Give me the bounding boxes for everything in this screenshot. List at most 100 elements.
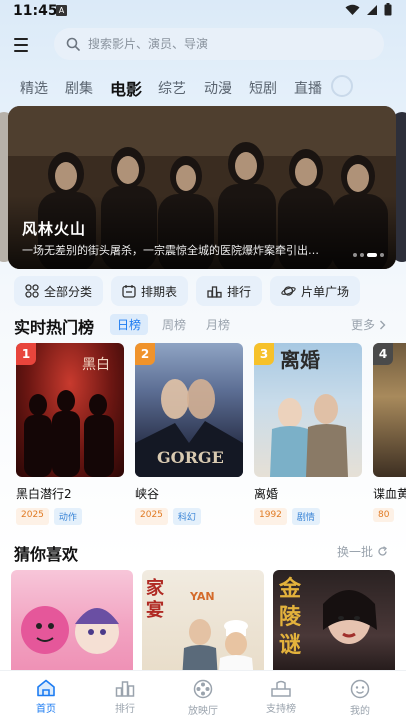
status-bar: 11:45 A — [0, 0, 406, 24]
status-time: 11:45 — [13, 3, 58, 19]
menu-icon[interactable] — [14, 34, 40, 56]
tab-monthly[interactable]: 月榜 — [206, 316, 230, 333]
svg-text:谜: 谜 — [279, 632, 301, 658]
svg-text:GORGE: GORGE — [157, 448, 224, 467]
search-icon — [66, 37, 80, 51]
genre-tag: 科幻 — [172, 508, 201, 525]
hot-item-4[interactable]: 4 谍血黄 80 — [373, 343, 406, 522]
poster-image: 离婚 3 — [254, 343, 362, 477]
home-icon — [37, 679, 55, 697]
bottom-navigation: 首页 排行 放映厅 支持榜 我的 — [0, 670, 406, 721]
nav-theater[interactable]: 放映厅 — [173, 679, 233, 717]
notification-icon: A — [56, 5, 67, 16]
more-link[interactable]: 更多 — [351, 316, 386, 333]
banner-title: 风林火山 — [22, 220, 87, 238]
chevron-right-icon — [380, 320, 386, 329]
more-label: 更多 — [350, 318, 375, 332]
refresh-icon — [378, 546, 387, 556]
guess-item-2[interactable]: 家 宴 YAN — [142, 570, 264, 670]
banner-indicator — [353, 253, 384, 257]
all-categories-button[interactable]: 全部分类 — [14, 276, 104, 306]
nav-theater-label: 放映厅 — [188, 706, 218, 717]
tab-weekly[interactable]: 周榜 — [162, 316, 186, 333]
tab-zongyi[interactable]: 综艺 — [158, 78, 186, 98]
genre-tag: 动作 — [53, 508, 82, 525]
search-input[interactable] — [88, 37, 368, 51]
svg-text:离婚: 离婚 — [280, 348, 320, 372]
tab-dianying[interactable]: 电影 — [110, 76, 142, 100]
status-icons — [345, 3, 392, 16]
guess-item-3[interactable]: 金 陵 谜 — [273, 570, 395, 670]
battery-icon — [384, 3, 392, 16]
poster-image: 4 — [373, 343, 406, 477]
nav-support-label: 支持榜 — [266, 704, 296, 715]
svg-text:宴: 宴 — [146, 599, 164, 621]
nav-rank[interactable]: 排行 — [95, 679, 155, 715]
hot-item-name: 离婚 — [254, 487, 279, 501]
tab-juji[interactable]: 剧集 — [65, 78, 93, 98]
hot-item-name: 黑白潜行2 — [16, 487, 72, 501]
hot-item-name: 谍血黄 — [373, 487, 406, 501]
refresh-label: 换一批 — [336, 545, 373, 559]
playlist-square-label: 片单广场 — [301, 284, 350, 299]
svg-text:陵: 陵 — [279, 604, 302, 630]
year-tag: 1992 — [254, 508, 287, 525]
podium-icon — [207, 286, 222, 298]
nav-home[interactable]: 首页 — [16, 679, 76, 715]
svg-text:家: 家 — [146, 577, 165, 599]
year-tag: 2025 — [16, 508, 49, 525]
svg-text:黑白: 黑白 — [82, 357, 110, 373]
rank-icon — [115, 681, 135, 697]
genre-tag: 剧情 — [291, 508, 320, 525]
rank-badge: 1 — [16, 343, 36, 365]
support-icon — [271, 680, 291, 697]
rank-badge: 3 — [254, 343, 274, 365]
ranking-button[interactable]: 排行 — [196, 276, 263, 306]
guess-list: 家 宴 YAN 金 陵 谜 — [11, 570, 406, 670]
category-more-icon[interactable] — [331, 75, 353, 97]
ranking-label: 排行 — [227, 284, 252, 299]
hot-ranking-header: 实时热门榜 日榜 周榜 月榜 更多 — [0, 311, 406, 337]
schedule-label: 排期表 — [141, 284, 178, 299]
nav-rank-label: 排行 — [115, 704, 135, 715]
poster-image: 黑白 1 — [16, 343, 124, 477]
all-categories-label: 全部分类 — [44, 284, 93, 299]
nav-home-label: 首页 — [36, 704, 56, 715]
hot-item-2[interactable]: GORGE 2 峡谷 2025 科幻 — [135, 343, 243, 525]
quick-links: 全部分类 排期表 排行 片单广场 — [14, 276, 406, 306]
calendar-icon — [122, 285, 136, 298]
year-tag: 80 — [373, 508, 395, 522]
rank-badge: 4 — [373, 343, 393, 365]
year-tag: 2025 — [135, 508, 168, 525]
hot-ranking-title: 实时热门榜 — [14, 318, 95, 337]
wifi-icon — [345, 4, 360, 15]
tab-daily[interactable]: 日榜 — [110, 314, 149, 335]
hot-item-3[interactable]: 离婚 3 离婚 1992 剧情 — [254, 343, 362, 525]
refresh-button[interactable]: 换一批 — [337, 543, 388, 560]
nav-profile[interactable]: 我的 — [330, 679, 390, 717]
guess-header: 猜你喜欢 换一批 — [0, 538, 406, 564]
playlist-square-button[interactable]: 片单广场 — [270, 276, 361, 306]
film-reel-icon — [193, 679, 213, 699]
tab-jingxuan[interactable]: 精选 — [20, 78, 48, 98]
grid-icon — [25, 284, 39, 298]
tab-zhibo[interactable]: 直播 — [294, 78, 322, 98]
hot-ranking-list: 黑白 1 黑白潜行2 2025 动作 GORGE 2 峡谷 2025 科幻 离婚… — [16, 343, 406, 528]
search-bar[interactable] — [54, 28, 384, 60]
banner-description: 一场无差别的街头屠杀，一宗震惊全城的医院爆炸案牵引出… — [22, 244, 319, 257]
guess-item-1[interactable] — [11, 570, 133, 670]
guess-title: 猜你喜欢 — [14, 545, 79, 564]
nav-support[interactable]: 支持榜 — [251, 679, 311, 715]
poster-image: GORGE 2 — [135, 343, 243, 477]
tab-duanju[interactable]: 短剧 — [249, 78, 277, 98]
nav-profile-label: 我的 — [350, 706, 370, 717]
hot-item-1[interactable]: 黑白 1 黑白潜行2 2025 动作 — [16, 343, 124, 525]
banner-carousel[interactable]: 风林火山 一场无差别的街头屠杀，一宗震惊全城的医院爆炸案牵引出… — [8, 106, 396, 269]
signal-icon — [367, 4, 377, 15]
top-bar — [0, 26, 406, 66]
svg-text:YAN: YAN — [189, 590, 215, 603]
profile-icon — [350, 679, 370, 699]
planet-icon — [281, 286, 296, 296]
tab-dongman[interactable]: 动漫 — [204, 78, 232, 98]
schedule-button[interactable]: 排期表 — [111, 276, 189, 306]
